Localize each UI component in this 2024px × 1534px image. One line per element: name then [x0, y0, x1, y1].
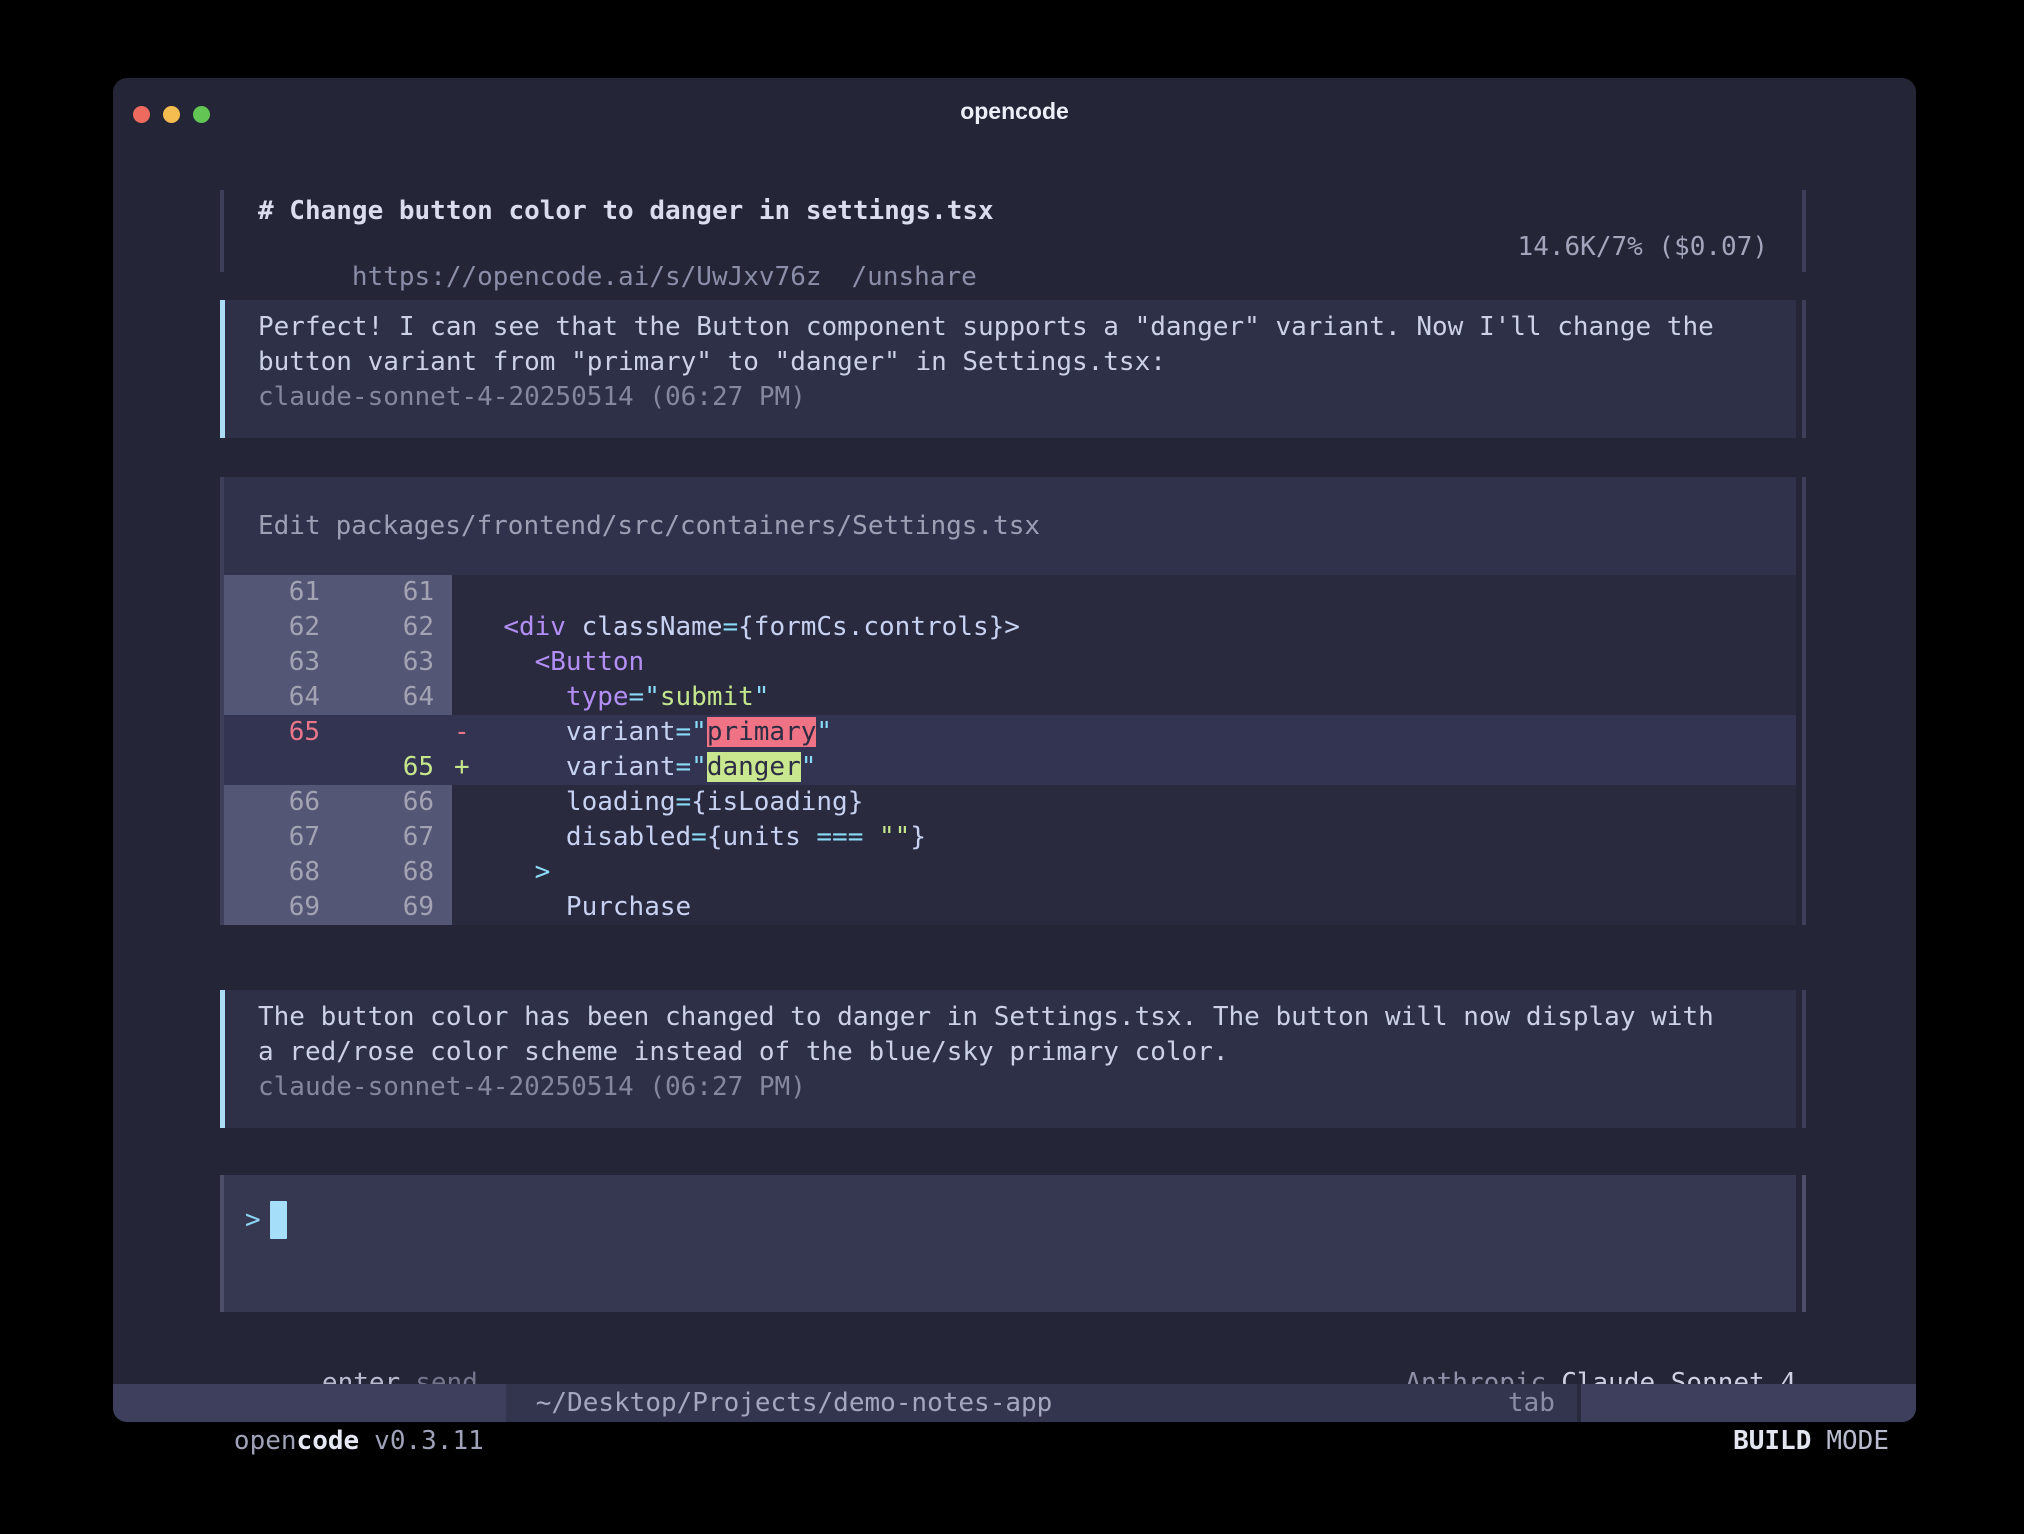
diff-row: 65+ variant="danger"	[224, 750, 1796, 785]
titlebar: opencode	[113, 78, 1916, 140]
mode-indicator: BUILDMODE	[1581, 1384, 1916, 1422]
edit-tool-card: Edit packages/frontend/src/containers/Set…	[220, 477, 1806, 925]
text-cursor	[270, 1201, 287, 1239]
edited-file-path: packages/frontend/src/containers/Setting…	[336, 511, 1040, 541]
session-title: # Change button color to danger in setti…	[258, 196, 1768, 226]
edit-tool-header: Edit packages/frontend/src/containers/Set…	[224, 477, 1796, 575]
diff-row: 6666 loading={isLoading}	[224, 785, 1796, 820]
model-timestamp: claude-sonnet-4-20250514 (06:27 PM)	[258, 1070, 1796, 1105]
tool-name: Edit	[258, 511, 321, 541]
prompt-symbol: >	[245, 1201, 261, 1239]
app-version: v0.3.11	[374, 1426, 484, 1456]
divider-line	[1802, 1175, 1806, 1312]
message-text: Perfect! I can see that the Button compo…	[258, 310, 1796, 345]
divider-line	[1802, 477, 1806, 925]
diff-row: 6868 >	[224, 855, 1796, 890]
context-stats: 14.6K/7% ($0.07)	[1518, 232, 1768, 262]
tab-key-hint: tab	[1508, 1384, 1555, 1422]
unshare-command: /unshare	[852, 262, 977, 292]
assistant-message: Perfect! I can see that the Button compo…	[220, 300, 1806, 438]
prompt-input-box[interactable]: >	[220, 1175, 1806, 1312]
model-timestamp: claude-sonnet-4-20250514 (06:27 PM)	[258, 380, 1796, 415]
status-bar: opencodev0.3.11 ~/Desktop/Projects/demo-…	[113, 1384, 1916, 1422]
diff-row: 6262 <div className={formCs.controls}>	[224, 610, 1796, 645]
divider-line	[1802, 300, 1806, 438]
divider-line	[220, 190, 224, 272]
message-text: The button color has been changed to dan…	[258, 1000, 1796, 1035]
app-name-badge: opencodev0.3.11	[113, 1384, 506, 1422]
divider-line	[1802, 190, 1806, 272]
diff-row: 6363 <Button	[224, 645, 1796, 680]
message-text: a red/rose color scheme instead of the b…	[258, 1035, 1796, 1070]
message-text: button variant from "primary" to "danger…	[258, 345, 1796, 380]
footer-hints: entersend AnthropicClaude Sonnet 4	[220, 1332, 1806, 1366]
window-title: opencode	[113, 98, 1916, 125]
opencode-window: opencode # Change button color to danger…	[113, 78, 1916, 1422]
diff-view: 61616262 <div className={formCs.controls…	[224, 575, 1796, 925]
divider-line	[1802, 990, 1806, 1128]
diff-row: 6767 disabled={units === ""}	[224, 820, 1796, 855]
diff-row: 6161	[224, 575, 1796, 610]
session-header: # Change button color to danger in setti…	[220, 190, 1806, 272]
model-indicator: AnthropicClaude Sonnet 4	[1311, 1332, 1796, 1366]
diff-row: 65- variant="primary"	[224, 715, 1796, 750]
diff-row: 6969 Purchase	[224, 890, 1796, 925]
working-directory: ~/Desktop/Projects/demo-notes-app	[536, 1384, 1053, 1422]
assistant-message: The button color has been changed to dan…	[220, 990, 1806, 1128]
app-name: open	[234, 1426, 297, 1456]
share-url[interactable]: https://opencode.ai/s/UwJxv76z	[352, 262, 822, 292]
diff-row: 6464 type="submit"	[224, 680, 1796, 715]
